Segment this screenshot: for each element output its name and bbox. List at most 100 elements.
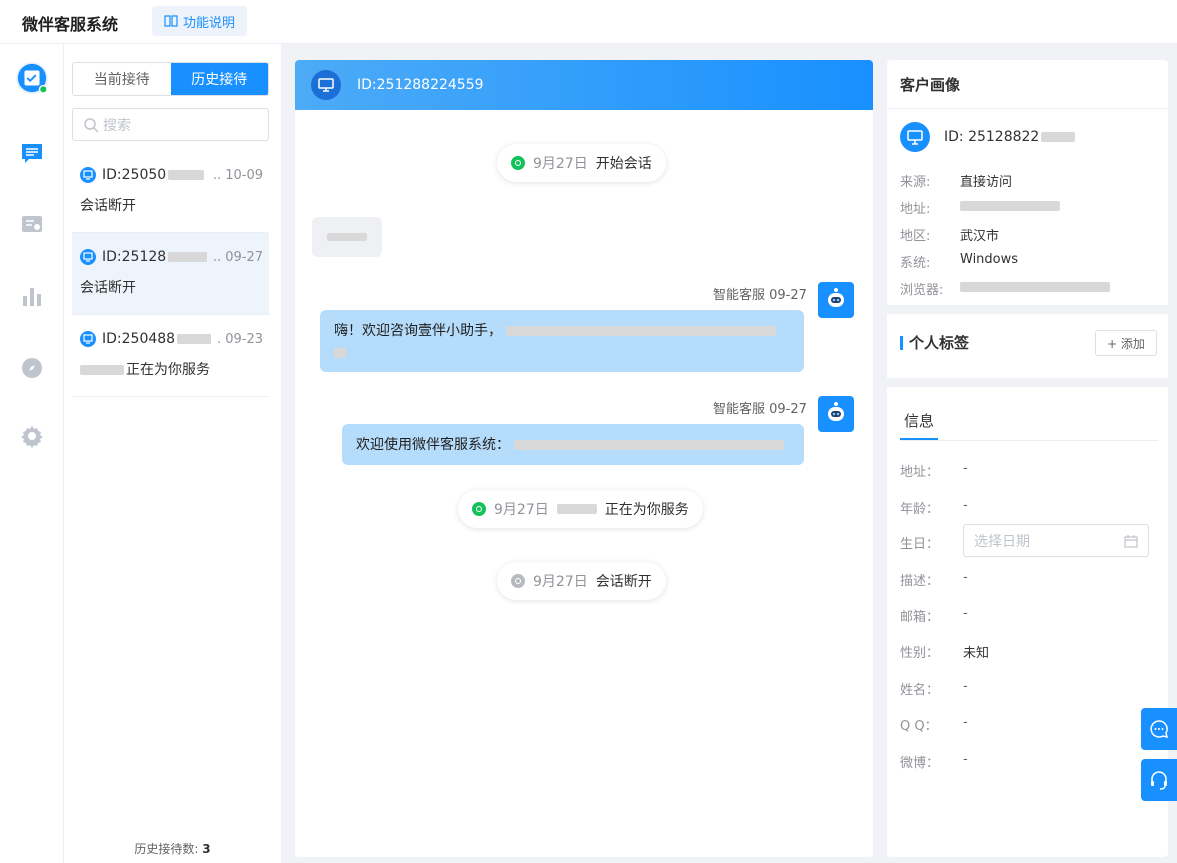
customer-profile-panel: 客户画像 ID: 25128822 来源: 直接访问 地址: 地区: 武汉市 系统:… bbox=[887, 60, 1168, 857]
profile-field: 来源: 直接访问 bbox=[900, 175, 1013, 190]
info-field-label: 姓名： bbox=[900, 683, 940, 698]
system-date: 9月27日 bbox=[533, 574, 588, 590]
robot-avatar bbox=[818, 282, 854, 318]
robot-avatar bbox=[818, 396, 854, 432]
profile-field: 地址: bbox=[900, 198, 1060, 217]
profile-title: 客户画像 bbox=[887, 60, 1168, 109]
info-field-value: - bbox=[963, 715, 968, 730]
headset-icon bbox=[1151, 771, 1167, 790]
stats-nav[interactable] bbox=[16, 280, 48, 312]
info-field-value: - bbox=[963, 752, 968, 767]
message-sender: 智能客服 09-27 bbox=[713, 402, 807, 417]
birthday-date-picker[interactable]: 选择日期 bbox=[963, 524, 1149, 557]
tab-current[interactable]: 当前接待 bbox=[73, 63, 171, 95]
info-field-label: 年龄： bbox=[900, 502, 940, 517]
session-item[interactable]: ID:25050 .. 10-09 会话断开 bbox=[72, 151, 269, 233]
session-date: . 09-23 bbox=[216, 331, 263, 347]
profile-field: 系统: Windows bbox=[900, 252, 1019, 271]
profile-id: ID: 25128822 bbox=[944, 129, 1040, 145]
chat-panel: ID:251288224559 9月27日 开始会话 智能客服 09-27 嗨！… bbox=[295, 60, 873, 857]
ticket-nav[interactable] bbox=[16, 208, 48, 240]
history-count-label: 历史接待数: bbox=[134, 842, 199, 856]
history-count-value: 3 bbox=[202, 842, 211, 856]
visitor-avatar bbox=[311, 70, 341, 100]
session-item[interactable]: ID:250488 . 09-23 正在为你服务 bbox=[72, 315, 269, 397]
bot-message: 嗨！欢迎咨询壹伴小助手， bbox=[320, 310, 804, 372]
session-id: ID:25128 bbox=[102, 249, 167, 265]
system-text: 开始会话 bbox=[595, 156, 652, 172]
help-button[interactable]: 功能说明 bbox=[152, 6, 248, 36]
session-id: ID:250488 bbox=[102, 331, 176, 347]
reception-check-icon bbox=[16, 62, 48, 94]
tab-history[interactable]: 历史接待 bbox=[170, 63, 268, 95]
chat-nav[interactable] bbox=[16, 138, 48, 170]
chat-visitor-id: ID:251288224559 bbox=[357, 77, 484, 93]
info-field-value: - bbox=[963, 461, 968, 476]
top-bar: 微伴客服系统 功能说明 bbox=[0, 0, 1177, 44]
chat-bubble-icon bbox=[472, 502, 486, 516]
session-id: ID:25050 bbox=[102, 167, 167, 183]
session-list-panel: 当前接待 历史接待 搜索 ID:25050 .. 10-09 会话断开 ID:2… bbox=[64, 44, 281, 863]
profile-field: 地区: 武汉市 bbox=[900, 229, 1000, 244]
monitor-icon bbox=[900, 122, 930, 152]
info-field-label: 邮箱： bbox=[900, 610, 940, 625]
info-field-label: 描述： bbox=[900, 574, 940, 589]
reception-tabs: 当前接待 历史接待 bbox=[72, 62, 269, 96]
message-icon bbox=[22, 144, 42, 163]
floating-support-button[interactable] bbox=[1141, 759, 1177, 801]
info-field-value: - bbox=[963, 606, 968, 621]
search-icon bbox=[84, 117, 99, 133]
app-title: 微伴客服系统 bbox=[22, 15, 119, 34]
tab-info[interactable]: 信息 bbox=[900, 410, 938, 440]
calendar-icon bbox=[1124, 534, 1138, 548]
session-last-message: 正在为你服务 bbox=[126, 362, 210, 378]
system-message-start: 9月27日 开始会话 bbox=[497, 144, 666, 182]
monitor-icon bbox=[80, 167, 96, 183]
profile-id-row: ID: 25128822 bbox=[900, 122, 1076, 152]
monitor-icon bbox=[80, 249, 96, 265]
robot-icon bbox=[828, 288, 844, 307]
bar-chart-icon bbox=[23, 288, 41, 306]
session-last-message: 会话断开 bbox=[80, 198, 136, 214]
date-placeholder: 选择日期 bbox=[974, 533, 1030, 550]
info-field-label: 性别： bbox=[900, 646, 940, 661]
info-field-value: 未知 bbox=[963, 646, 990, 661]
robot-icon bbox=[828, 402, 844, 421]
tags-title: 个人标签 bbox=[900, 332, 969, 353]
info-field-label: 地址： bbox=[900, 465, 940, 480]
session-date: .. 09-27 bbox=[212, 249, 263, 265]
reception-nav[interactable] bbox=[16, 62, 48, 94]
book-icon bbox=[164, 15, 178, 27]
add-tag-button[interactable]: + 添加 bbox=[1095, 330, 1157, 356]
system-date: 9月27日 bbox=[533, 156, 588, 172]
monitor-icon bbox=[318, 78, 334, 92]
chat-bubble-icon bbox=[1150, 720, 1169, 739]
explore-nav[interactable] bbox=[16, 352, 48, 384]
history-count: 历史接待数: 3 bbox=[64, 840, 281, 857]
monitor-icon bbox=[80, 331, 96, 347]
chat-bubble-icon bbox=[511, 156, 525, 170]
profile-field: 浏览器: bbox=[900, 279, 1110, 298]
bot-message-text: 嗨！欢迎咨询壹伴小助手， bbox=[334, 323, 502, 339]
bot-message: 欢迎使用微伴客服系统： bbox=[342, 424, 804, 465]
floating-chat-button[interactable] bbox=[1141, 708, 1177, 750]
gear-icon bbox=[21, 426, 43, 448]
system-text: 正在为你服务 bbox=[604, 502, 689, 518]
bot-message-text: 欢迎使用微伴客服系统： bbox=[356, 437, 510, 453]
settings-nav[interactable] bbox=[16, 420, 48, 452]
session-date: .. 10-09 bbox=[212, 167, 263, 183]
system-message-end: 9月27日 会话断开 bbox=[497, 562, 666, 600]
info-field-label: Q Q： bbox=[900, 719, 938, 734]
info-field-label: 微博： bbox=[900, 756, 940, 771]
search-placeholder: 搜索 bbox=[103, 117, 131, 134]
session-last-message: 会话断开 bbox=[80, 280, 136, 296]
help-label: 功能说明 bbox=[183, 15, 236, 31]
info-field-value: - bbox=[963, 570, 968, 585]
session-item[interactable]: ID:25128 .. 09-27 会话断开 bbox=[72, 233, 269, 315]
system-message-serving: 9月27日 正在为你服务 bbox=[458, 490, 703, 528]
visitor-message bbox=[312, 217, 382, 257]
ticket-icon bbox=[22, 216, 42, 232]
search-input[interactable]: 搜索 bbox=[72, 108, 269, 141]
message-sender: 智能客服 09-27 bbox=[713, 288, 807, 303]
system-date: 9月27日 bbox=[494, 502, 549, 518]
